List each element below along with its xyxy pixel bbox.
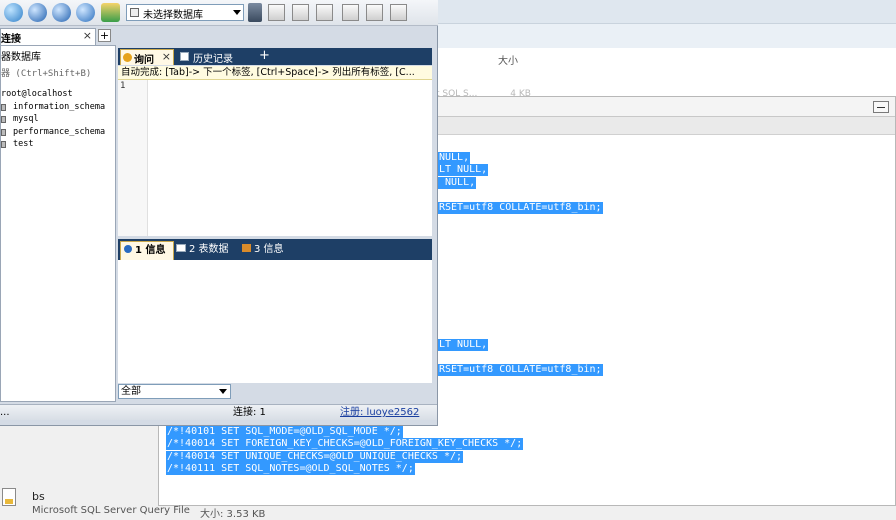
back-icon[interactable] <box>28 3 47 22</box>
tab-info-label: 1 信息 <box>135 245 166 256</box>
registration-link[interactable]: 注册: luoye2562 <box>340 405 419 420</box>
status-connection-count: 连接: 1 <box>233 407 266 418</box>
database-icon <box>1 103 6 111</box>
database-select[interactable]: 未选择数据库 <box>126 4 244 21</box>
selected-code-line: LT NULL, <box>438 339 489 351</box>
file-name: bs <box>32 490 45 503</box>
forward-icon[interactable] <box>52 3 71 22</box>
selected-code-line: RSET=utf8 COLLATE=utf8_bin; <box>438 364 603 376</box>
result-filter-value: 全部 <box>121 386 141 397</box>
tree-node-label: root@localhost <box>1 89 73 99</box>
tree-node-label: test <box>13 139 34 149</box>
export-icon[interactable] <box>292 4 309 21</box>
tab-info[interactable]: 1 信息 <box>120 241 174 260</box>
chevron-down-icon <box>219 389 227 394</box>
selected-code-line: /*!40014 SET UNIQUE_CHECKS=@OLD_UNIQUE_C… <box>166 451 464 463</box>
user-icon[interactable] <box>248 3 262 22</box>
tab-table-data-label: 2 表数据 <box>189 244 229 255</box>
tab-query-label: 询问 <box>134 55 154 66</box>
selected-code-line: RSET=utf8 COLLATE=utf8_bin; <box>438 202 603 214</box>
object-filter-hint[interactable]: 器 (Ctrl+Shift+B) <box>1 66 113 80</box>
connection-tabbar: 连接 × + <box>0 28 114 45</box>
selected-code-line: NULL, <box>438 177 477 189</box>
chart-icon <box>242 244 251 252</box>
schema-icon[interactable] <box>366 4 383 21</box>
explorer-toolbar <box>430 0 896 24</box>
database-icon <box>130 8 139 17</box>
selected-code-line: /*!40014 SET FOREIGN_KEY_CHECKS=@OLD_FOR… <box>166 438 524 450</box>
tree-node-database[interactable]: test <box>1 138 115 151</box>
new-connection-icon[interactable] <box>4 3 23 22</box>
import-icon[interactable] <box>268 4 285 21</box>
tab-history-label: 历史记录 <box>193 54 233 65</box>
query-icon <box>123 53 132 62</box>
sql-file-icon <box>2 488 16 506</box>
database-icon <box>1 141 6 148</box>
tree-node-database[interactable]: information_schema <box>1 101 115 114</box>
size-column-header[interactable]: 大小 <box>498 52 518 67</box>
result-filter-select[interactable]: 全部 <box>118 384 231 399</box>
file-details-pane: bs Microsoft SQL Server Query File 大小: 3… <box>0 486 300 520</box>
status-bar: ... 连接: 1 注册: luoye2562 <box>0 404 437 420</box>
tab-connections[interactable]: 连接 × <box>0 28 96 45</box>
database-icon <box>1 116 6 123</box>
add-query-tab-button[interactable]: + <box>258 49 271 63</box>
tree-node-label: performance_schema <box>13 126 106 137</box>
tab-query[interactable]: 询问 × <box>120 49 174 66</box>
explorer-address-bar <box>430 24 896 48</box>
query-tabbar: 询问 × 历史记录 + <box>118 48 432 66</box>
refresh-icon[interactable] <box>76 3 95 22</box>
query-editor[interactable]: 1 <box>118 80 432 236</box>
tab-history[interactable]: 历史记录 <box>178 49 254 65</box>
database-tree: root@localhost information_schema mysql … <box>1 88 115 151</box>
user-manager-icon[interactable] <box>101 3 120 22</box>
database-icon <box>1 128 6 136</box>
file-type: Microsoft SQL Server Query File <box>32 505 190 516</box>
tree-node-database[interactable]: performance_schema <box>1 126 115 139</box>
object-browser: 器数据库 器 (Ctrl+Shift+B) root@localhost inf… <box>0 45 116 402</box>
backup-icon[interactable] <box>316 4 333 21</box>
result-tabbar: 1 信息 2 表数据 3 信息 <box>118 239 432 260</box>
tab-connections-label: 连接 <box>1 34 21 45</box>
close-icon[interactable]: × <box>162 50 171 63</box>
tree-node-server[interactable]: root@localhost <box>1 88 115 101</box>
sql-client-window: 未选择数据库 连接 × + 器数据库 器 (Ctrl+Shift+B) root… <box>0 0 438 426</box>
restore-button[interactable] <box>873 101 889 113</box>
file-size: 大小: 3.53 KB <box>200 509 266 520</box>
result-pane <box>118 260 432 383</box>
close-icon[interactable]: × <box>83 29 92 42</box>
selected-code-line: NULL, <box>438 152 471 164</box>
status-left-text: ... <box>0 407 10 418</box>
history-icon <box>180 52 189 61</box>
tree-node-database[interactable]: mysql <box>1 113 115 126</box>
info-icon <box>124 245 132 253</box>
main-toolbar: 未选择数据库 <box>0 0 438 26</box>
tab-messages[interactable]: 3 信息 <box>242 241 292 260</box>
tab-table-data[interactable]: 2 表数据 <box>176 241 238 260</box>
tree-node-label: information_schema <box>13 101 106 112</box>
line-number: 1 <box>120 81 126 91</box>
add-tab-button[interactable]: + <box>98 29 111 42</box>
selected-code-line: /*!40111 SET SQL_NOTES=@OLD_SQL_NOTES */… <box>166 463 415 475</box>
selected-code-line: /*!40101 SET SQL_MODE=@OLD_SQL_MODE */; <box>166 426 403 438</box>
table-icon[interactable] <box>342 4 359 21</box>
chevron-down-icon <box>233 10 241 15</box>
object-browser-heading: 器数据库 <box>1 52 41 63</box>
line-gutter: 1 <box>118 80 148 236</box>
table-icon <box>176 244 186 252</box>
selected-code-line: LT NULL, <box>438 164 489 176</box>
tab-messages-label: 3 信息 <box>254 244 284 255</box>
database-select-value: 未选择数据库 <box>143 10 203 21</box>
window-icon[interactable] <box>390 4 407 21</box>
tree-node-label: mysql <box>13 114 39 124</box>
autocomplete-hint: 自动完成: [Tab]-> 下一个标签, [Ctrl+Space]-> 列出所有… <box>118 66 432 80</box>
